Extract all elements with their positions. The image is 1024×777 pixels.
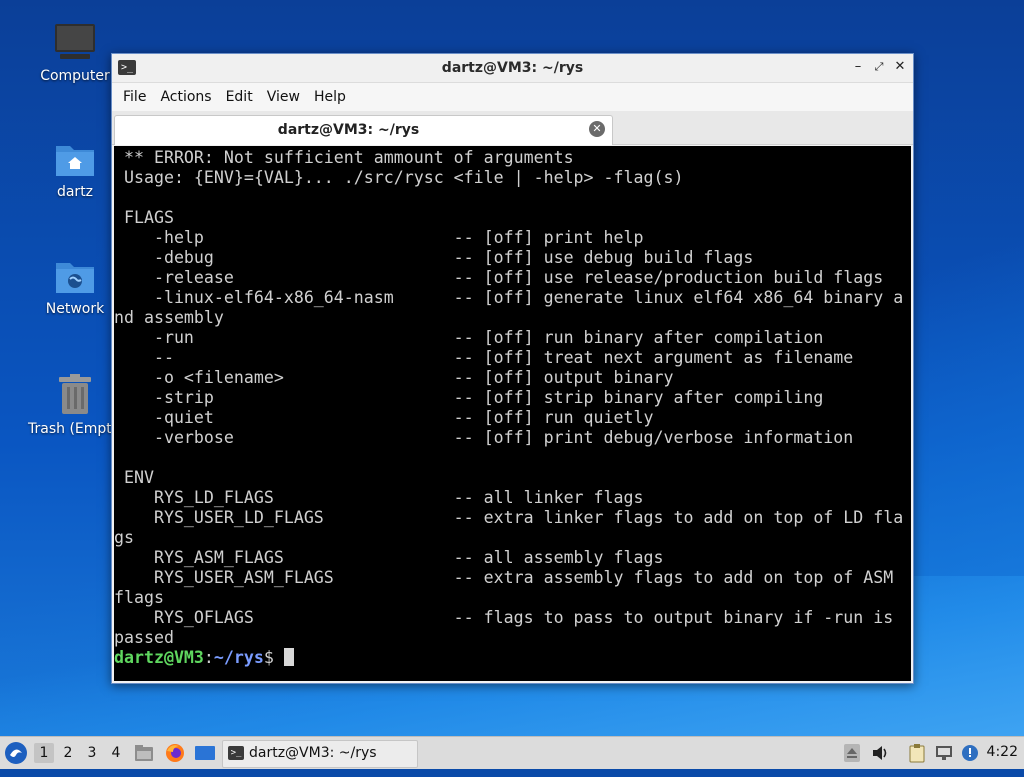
desktop-icon-label: Network bbox=[45, 301, 105, 317]
terminal-line: -strip -- [off] strip binary after compi… bbox=[114, 388, 824, 407]
menu-help[interactable]: Help bbox=[307, 83, 353, 111]
menu-file[interactable]: File bbox=[116, 83, 153, 111]
prompt-path: ~/rys bbox=[213, 648, 264, 667]
terminal-line: RYS_ASM_FLAGS -- all assembly flags bbox=[114, 548, 664, 567]
prompt-user: dartz@VM3 bbox=[114, 648, 204, 667]
desktop-icon-label: Trash (Empt bbox=[28, 421, 112, 437]
terminal-icon: >_ bbox=[228, 746, 244, 760]
desktop-icon-label: dartz bbox=[56, 184, 94, 200]
terminal-line: -quiet -- [off] run quietly bbox=[114, 408, 654, 427]
terminal-line: -- -- [off] treat next argument as filen… bbox=[114, 348, 854, 367]
workspace-3[interactable]: 3 bbox=[82, 743, 102, 763]
terminal-text: ** ERROR: Not sufficient ammount of argu… bbox=[114, 146, 911, 668]
update-notifier-icon[interactable] bbox=[961, 743, 981, 763]
terminal-line: -help -- [off] print help bbox=[114, 228, 644, 247]
minimize-button[interactable]: – bbox=[849, 58, 867, 76]
terminal-window[interactable]: >_ dartz@VM3: ~/rys – ⤢ ✕ File Actions E… bbox=[111, 53, 914, 684]
tab-close-icon[interactable]: ✕ bbox=[589, 121, 605, 137]
trash-icon bbox=[57, 373, 93, 415]
taskbar: 1 2 3 4 >_ dartz@VM3: ~/rys 4:22 bbox=[0, 736, 1024, 769]
workspace-2[interactable]: 2 bbox=[58, 743, 78, 763]
prompt-separator: : bbox=[203, 648, 214, 667]
task-label: dartz@VM3: ~/rys bbox=[249, 745, 377, 761]
terminal-tab[interactable]: dartz@VM3: ~/rys ✕ bbox=[114, 115, 613, 145]
desktop-icon-trash[interactable]: Trash (Empt bbox=[28, 373, 120, 437]
terminal-line: -verbose -- [off] print debug/verbose in… bbox=[114, 428, 854, 447]
workspace-4[interactable]: 4 bbox=[106, 743, 126, 763]
close-button[interactable]: ✕ bbox=[891, 58, 909, 76]
terminal-line: RYS_OFLAGS -- flags to pass to output bi… bbox=[114, 608, 894, 627]
terminal-line: flags bbox=[114, 588, 164, 607]
tab-label: dartz@VM3: ~/rys bbox=[277, 122, 420, 138]
menu-actions[interactable]: Actions bbox=[153, 83, 218, 111]
network-folder-icon bbox=[54, 257, 96, 295]
file-manager-icon[interactable] bbox=[134, 743, 154, 763]
menu-bar: File Actions Edit View Help bbox=[112, 83, 913, 111]
clipboard-icon[interactable] bbox=[907, 743, 927, 763]
desktop-icon-network[interactable]: Network bbox=[30, 257, 120, 317]
menu-edit[interactable]: Edit bbox=[219, 83, 260, 111]
eject-icon[interactable] bbox=[843, 743, 863, 763]
terminal-line: -debug -- [off] use debug build flags bbox=[114, 248, 754, 267]
prompt-symbol: $ bbox=[263, 648, 284, 667]
terminal-line: -release -- [off] use release/production… bbox=[114, 268, 884, 287]
clock[interactable]: 4:22 bbox=[987, 744, 1018, 760]
terminal-line: FLAGS bbox=[114, 208, 174, 227]
terminal-line: nd assembly bbox=[114, 308, 224, 327]
workspace-1[interactable]: 1 bbox=[34, 743, 54, 763]
terminal-line: passed bbox=[114, 628, 174, 647]
firefox-icon[interactable] bbox=[165, 743, 185, 763]
terminal-line: gs bbox=[114, 528, 134, 547]
terminal-output[interactable]: ** ERROR: Not sufficient ammount of argu… bbox=[114, 146, 911, 681]
terminal-line: -o <filename> -- [off] output binary bbox=[114, 368, 674, 387]
network-icon[interactable] bbox=[934, 743, 954, 763]
text-cursor bbox=[283, 648, 294, 666]
terminal-line: ** ERROR: Not sufficient ammount of argu… bbox=[114, 148, 574, 167]
show-desktop-icon[interactable] bbox=[194, 743, 215, 763]
app-menu-icon[interactable] bbox=[4, 741, 28, 765]
taskbar-task-terminal[interactable]: >_ dartz@VM3: ~/rys bbox=[222, 740, 418, 768]
maximize-button[interactable]: ⤢ bbox=[870, 58, 888, 76]
desktop-icon-computer[interactable]: Computer bbox=[30, 22, 120, 84]
volume-icon[interactable] bbox=[870, 743, 890, 763]
terminal-line: RYS_USER_LD_FLAGS -- extra linker flags … bbox=[114, 508, 904, 527]
terminal-line: -linux-elf64-x86_64-nasm -- [off] genera… bbox=[114, 288, 904, 307]
terminal-line: RYS_USER_ASM_FLAGS -- extra assembly fla… bbox=[114, 568, 894, 587]
window-titlebar[interactable]: >_ dartz@VM3: ~/rys – ⤢ ✕ bbox=[112, 54, 913, 83]
terminal-line: ENV bbox=[114, 468, 154, 487]
menu-view[interactable]: View bbox=[260, 83, 307, 111]
desktop-icon-label: Computer bbox=[40, 68, 110, 84]
terminal-line: Usage: {ENV}={VAL}... ./src/rysc <file |… bbox=[114, 168, 684, 187]
desktop-icon-dartz[interactable]: dartz bbox=[30, 140, 120, 200]
window-title: dartz@VM3: ~/rys bbox=[441, 60, 584, 76]
home-folder-icon bbox=[54, 140, 96, 178]
terminal-line: -run -- [off] run binary after compilati… bbox=[114, 328, 824, 347]
computer-icon bbox=[54, 22, 96, 62]
terminal-line: RYS_LD_FLAGS -- all linker flags bbox=[114, 488, 644, 507]
tab-bar: dartz@VM3: ~/rys ✕ bbox=[112, 111, 913, 145]
